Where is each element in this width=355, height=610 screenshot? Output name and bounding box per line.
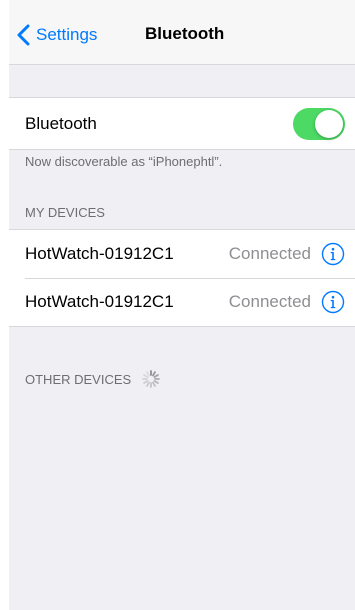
my-devices-header: MY DEVICES — [25, 205, 105, 220]
my-devices-list: HotWatch-01912C1 Connected HotWatch-0191… — [9, 229, 355, 327]
my-devices-header-label: MY DEVICES — [25, 205, 105, 220]
page-title: Bluetooth — [145, 24, 225, 43]
info-icon[interactable] — [321, 242, 345, 266]
device-status: Connected — [228, 244, 311, 263]
bluetooth-toggle-group: Bluetooth — [9, 97, 355, 150]
device-name: HotWatch-01912C1 — [25, 292, 174, 311]
device-row[interactable]: HotWatch-01912C1 Connected — [9, 230, 355, 278]
loading-spinner-icon — [131, 369, 161, 389]
discoverable-text: Now discoverable as “iPhonephtl”. — [25, 154, 223, 169]
navigation-bar: Settings Bluetooth — [9, 0, 355, 65]
back-button[interactable]: Settings — [17, 20, 97, 50]
bluetooth-settings-screen: Settings Bluetooth Bluetooth Now discove… — [9, 0, 355, 610]
back-button-label: Settings — [36, 25, 98, 44]
bluetooth-toggle-switch[interactable] — [293, 107, 345, 140]
bluetooth-label: Bluetooth — [25, 113, 97, 133]
info-icon[interactable] — [321, 290, 345, 314]
other-devices-header: OTHER DEVICES — [25, 369, 161, 389]
other-devices-header-label: OTHER DEVICES — [25, 371, 132, 387]
device-row[interactable]: HotWatch-01912C1 Connected — [9, 278, 355, 326]
chevron-left-icon — [17, 24, 30, 46]
bluetooth-toggle-row: Bluetooth — [9, 98, 355, 149]
toggle-knob — [315, 109, 343, 138]
device-name: HotWatch-01912C1 — [25, 244, 174, 263]
device-status: Connected — [228, 292, 311, 311]
